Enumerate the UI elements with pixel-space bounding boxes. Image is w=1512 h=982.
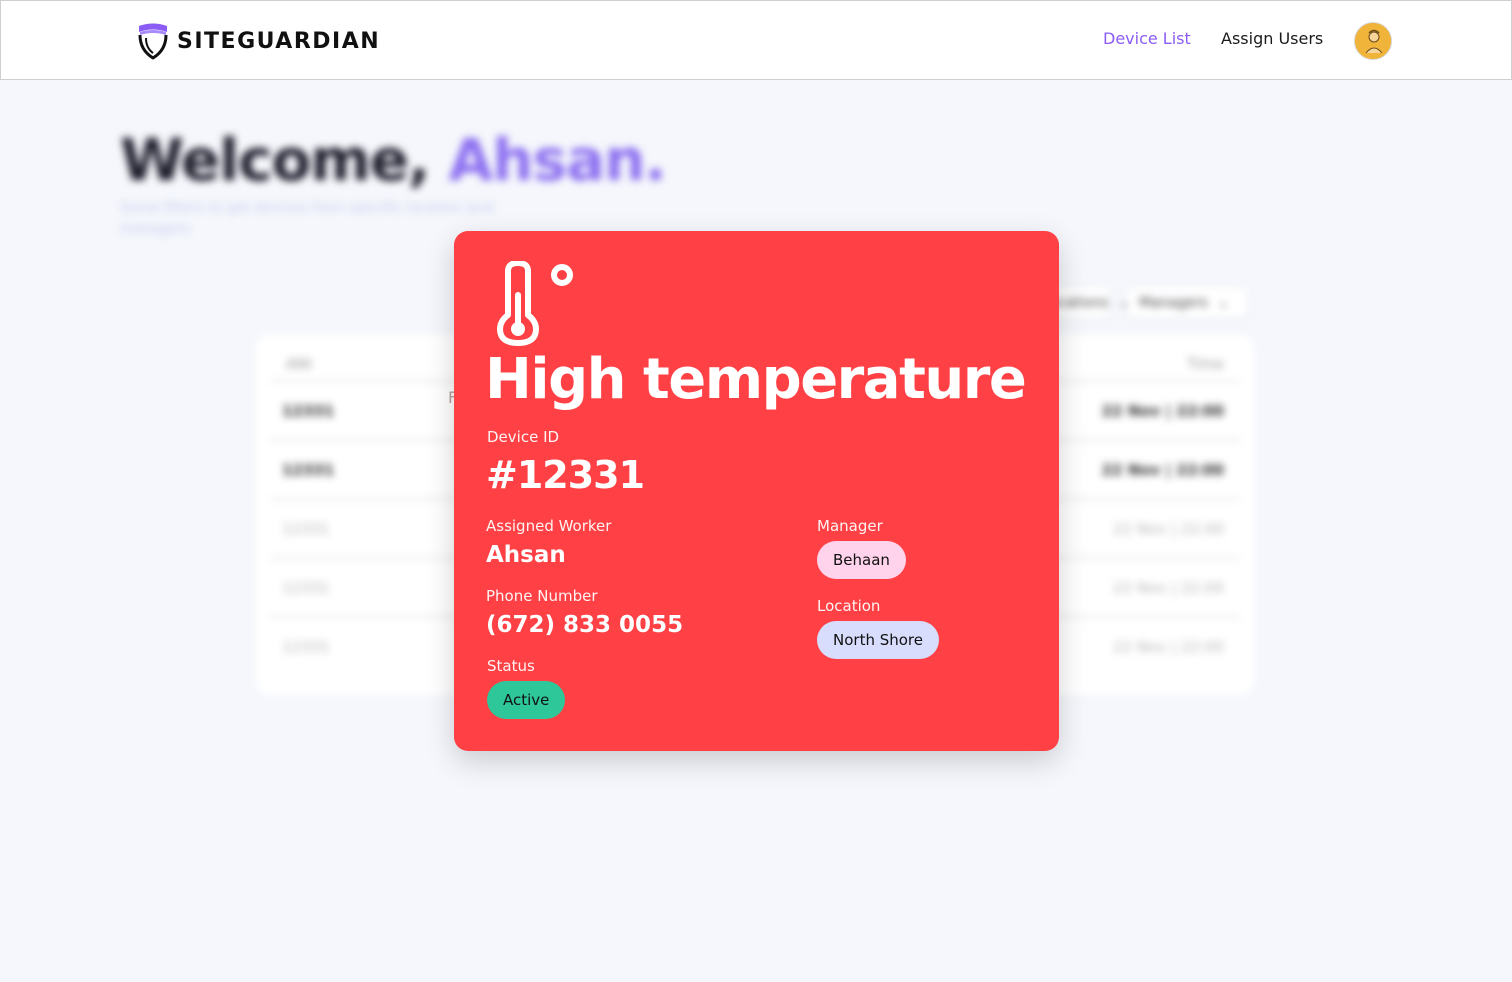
phone-number-value: (672) 833 0055	[486, 612, 684, 638]
device-id-value: #12331	[486, 453, 645, 497]
welcome-subtitle: Some filters to get devices from specifi…	[120, 200, 493, 237]
row-time: 22 Nov | 22:00	[1101, 402, 1224, 420]
managers-filter-label: Managers	[1139, 295, 1208, 311]
brand-name: SITEGUARDIAN	[177, 28, 381, 54]
status-badge: Active	[487, 681, 566, 719]
row-time: 22 Nov | 22:00	[1113, 638, 1224, 656]
assigned-worker-label: Assigned Worker	[486, 517, 612, 535]
assigned-worker-value: Ahsan	[486, 542, 566, 568]
welcome-heading: Welcome, Ahsan.	[120, 126, 667, 194]
row-time: 22 Nov | 22:00	[1113, 579, 1224, 597]
row-id: 12331	[282, 579, 330, 597]
brand[interactable]: SITEGUARDIAN	[137, 21, 380, 61]
row-time: 22 Nov | 22:00	[1113, 520, 1224, 538]
phone-number-label: Phone Number	[486, 587, 598, 605]
location-label: Location	[817, 597, 881, 615]
manager-badge: Behaan	[817, 541, 906, 579]
row-id: 12331	[282, 520, 330, 538]
nav-device-list[interactable]: Device List	[1103, 29, 1191, 48]
avatar-illustration-icon	[1355, 23, 1391, 59]
manager-label: Manager	[817, 517, 883, 535]
chevron-down-icon: ⌄	[1217, 295, 1230, 311]
managers-filter[interactable]: Managers ⌄	[1127, 288, 1247, 318]
column-header-time: Time	[1187, 355, 1224, 373]
row-id: 12331	[282, 402, 335, 420]
welcome-user-name: Ahsan.	[448, 126, 666, 194]
device-id-label: Device ID	[487, 428, 560, 446]
location-badge: North Shore	[817, 621, 939, 659]
status-label: Status	[487, 657, 535, 675]
nav-assign-users[interactable]: Assign Users	[1221, 29, 1323, 48]
shield-logo-icon	[138, 23, 168, 60]
thermometer-icon	[497, 261, 573, 346]
row-time: 22 Nov | 22:00	[1101, 461, 1224, 479]
row-id: 12331	[282, 461, 335, 479]
column-header-id: ANI	[286, 355, 312, 373]
welcome-greeting: Welcome,	[120, 126, 430, 194]
top-navbar: SITEGUARDIAN Device List Assign Users	[0, 0, 1512, 80]
row-id: 12331	[282, 638, 330, 656]
user-avatar[interactable]	[1354, 22, 1392, 60]
alert-modal: High temperature Device ID #12331 Assign…	[454, 231, 1059, 751]
alert-title: High temperature	[485, 347, 1027, 412]
